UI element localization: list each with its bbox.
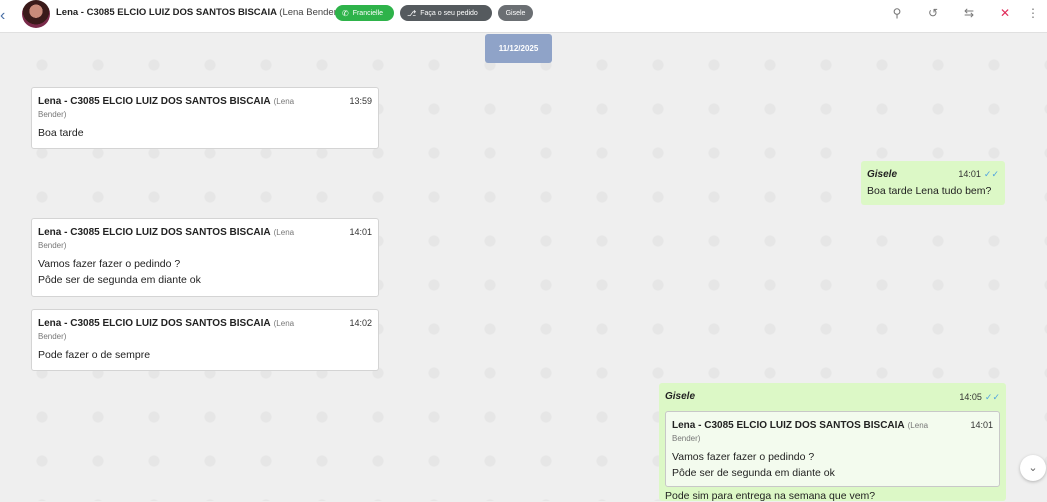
quoted-time: 14:01 [970,420,993,430]
quoted-text: Pôde ser de segunda em diante ok [672,467,835,479]
message-text: Vamos fazer fazer o pedindo ? [38,258,181,270]
message-text: Boa tarde [38,127,84,139]
message-text: Pôde ser de segunda em diante ok [38,274,201,286]
quoted-text: Vamos fazer fazer o pedindo ? [672,451,815,463]
message-sender: Gisele [665,391,696,402]
chevron-down-icon[interactable]: ⌄ [1020,455,1046,481]
message-incoming[interactable]: Lena - C3085 ELCIO LUIZ DOS SANTOS BISCA… [31,87,379,149]
message-sender: Lena - C3085 ELCIO LUIZ DOS SANTOS BISCA… [38,318,295,329]
message-sender: Lena - C3085 ELCIO LUIZ DOS SANTOS BISCA… [38,96,295,107]
avatar[interactable] [22,0,50,28]
flow-icon: ⎇ [407,8,417,18]
search-icon[interactable]: ⚲ [889,5,905,21]
chat-header: ‹ Lena - C3085 ELCIO LUIZ DOS SANTOS BIS… [0,0,1047,33]
quoted-sender: Lena - C3085 ELCIO LUIZ DOS SANTOS BISCA… [672,420,929,431]
date-divider: 11/12/2025 [485,34,552,63]
contact-name[interactable]: Lena - C3085 ELCIO LUIZ DOS SANTOS BISCA… [56,7,340,18]
more-icon[interactable]: ⋮ [1025,5,1041,21]
message-outgoing[interactable]: Gisele 14:05 ✓✓ Lena - C3085 ELCIO LUIZ D… [659,383,1006,501]
close-ticket-icon[interactable]: ✕ [997,5,1013,21]
message-time: 14:01 ✓✓ [958,169,999,179]
chat-area: 11/12/2025 Lena - C3085 ELCIO LUIZ DOS S… [0,33,1047,501]
message-text: Pode fazer o de sempre [38,349,151,361]
message-sender: Lena - C3085 ELCIO LUIZ DOS SANTOS BISCA… [38,227,295,238]
whatsapp-icon: ✆ [342,8,349,18]
message-outgoing[interactable]: Gisele 14:01 ✓✓ Boa tarde Lena tudo bem? [861,161,1005,205]
message-time: 14:05 ✓✓ [959,392,1000,402]
message-time: 14:01 [349,227,372,237]
message-time: 13:59 [349,96,372,106]
quoted-message[interactable]: Lena - C3085 ELCIO LUIZ DOS SANTOS BISCA… [665,411,1000,487]
message-sender: Gisele [867,169,898,180]
history-icon[interactable]: ↺ [925,5,941,21]
message-time: 14:02 [349,318,372,328]
tag-user[interactable]: Gisele [498,5,533,21]
message-incoming[interactable]: Lena - C3085 ELCIO LUIZ DOS SANTOS BISCA… [31,309,379,371]
transfer-icon[interactable]: ⇆ [961,5,977,21]
message-text: Boa tarde Lena tudo bem? [867,185,992,197]
tag-connection[interactable]: ✆ Francielle [335,5,394,21]
tag-queue[interactable]: ⎇ Faça o seu pedido [400,5,492,21]
chevron-left-icon[interactable]: ‹ [0,6,10,26]
double-check-icon: ✓✓ [984,392,1000,402]
double-check-icon: ✓✓ [983,169,999,179]
message-text: Pode sim para entrega na semana que vem? [665,490,876,502]
message-incoming[interactable]: Lena - C3085 ELCIO LUIZ DOS SANTOS BISCA… [31,218,379,297]
